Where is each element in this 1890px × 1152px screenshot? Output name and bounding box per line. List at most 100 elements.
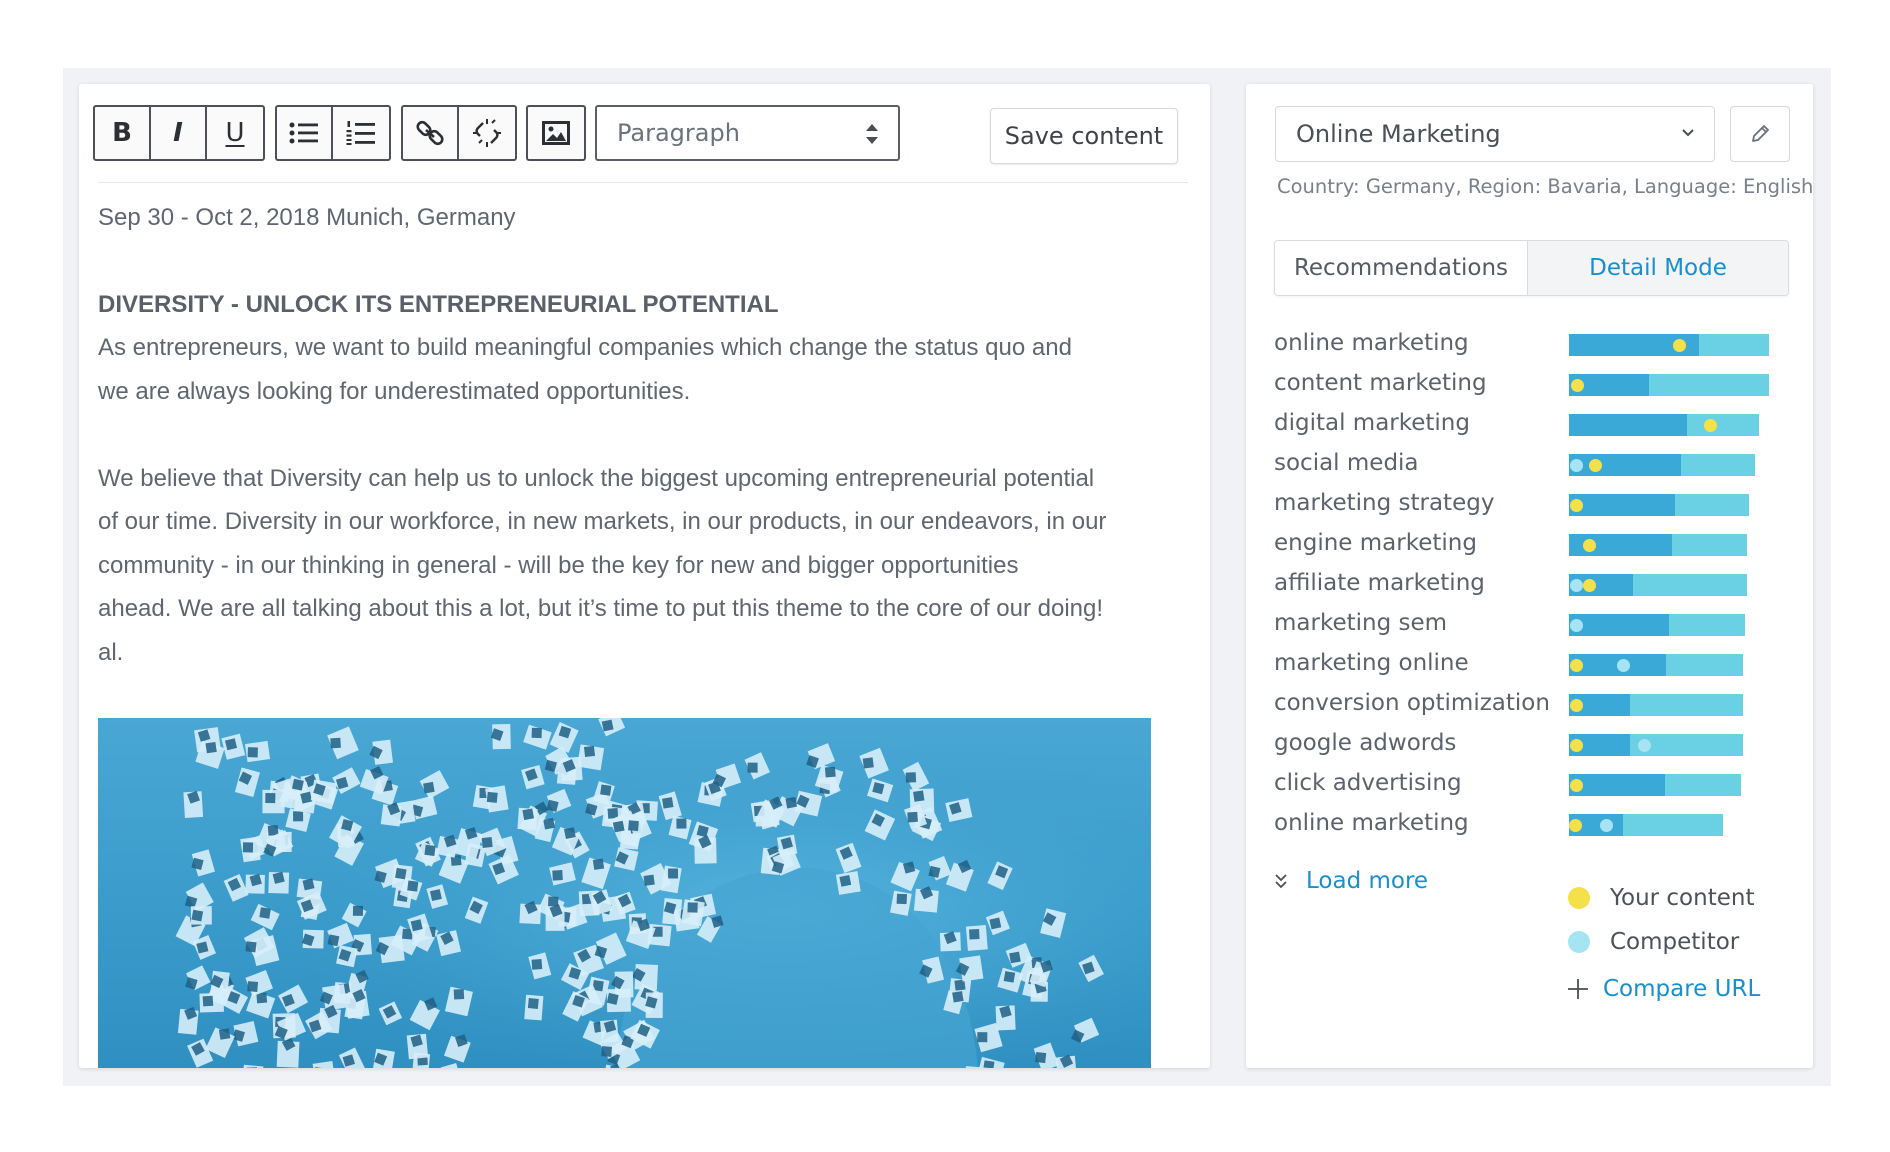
keyword-label: marketing online (1274, 650, 1469, 676)
article-image (98, 718, 1151, 1068)
compare-url-button[interactable]: Compare URL (1567, 976, 1760, 1002)
keyword-row: marketing sem (1274, 604, 1794, 644)
keyword-label: marketing sem (1274, 610, 1448, 636)
toolbar-divider (98, 182, 1188, 183)
keyword-row: digital marketing (1274, 404, 1794, 444)
your-content-marker (1570, 739, 1583, 752)
insert-image-button[interactable] (528, 107, 584, 159)
mode-tabs: Recommendations Detail Mode (1274, 240, 1789, 296)
keyword-label: conversion optimization (1274, 690, 1550, 716)
competitor-marker (1600, 819, 1613, 832)
keyword-score-bar (1569, 374, 1769, 396)
keyword-score-bar (1569, 534, 1747, 556)
keyword-row: online marketing (1274, 324, 1794, 364)
paragraph-line: of our time. Diversity in our workforce,… (98, 508, 1107, 535)
editor-content[interactable]: Sep 30 - Oct 2, 2018 Munich, Germany DIV… (98, 196, 1158, 674)
competitor-dot (1568, 931, 1590, 953)
save-content-button[interactable]: Save content (990, 108, 1178, 164)
link-button[interactable] (403, 107, 459, 159)
bold-button[interactable]: B (95, 107, 151, 159)
unlink-icon (473, 119, 501, 147)
topic-value: Online Marketing (1296, 120, 1501, 148)
tab-recommendations[interactable]: Recommendations (1275, 241, 1528, 295)
numbered-list-icon (346, 121, 375, 145)
tab-detail-mode[interactable]: Detail Mode (1528, 241, 1788, 295)
article-heading: DIVERSITY - UNLOCK ITS ENTREPRENEURIAL P… (98, 290, 779, 318)
keyword-label: social media (1274, 450, 1419, 476)
plus-icon (1568, 979, 1588, 999)
topic-dropdown[interactable]: Online Marketing (1275, 106, 1715, 162)
keyword-row: conversion optimization (1274, 684, 1794, 724)
keyword-list: online marketing content marketing digital… (1274, 324, 1794, 844)
keyword-score-bar (1569, 694, 1743, 716)
competitor-marker (1617, 659, 1630, 672)
text-format-group: B I U (93, 105, 265, 161)
keyword-score-bar (1569, 414, 1759, 436)
your-content-marker (1570, 699, 1583, 712)
your-content-marker (1570, 659, 1583, 672)
keyword-label: affiliate marketing (1274, 570, 1485, 596)
link-icon (416, 120, 444, 146)
keyword-label: marketing strategy (1274, 490, 1495, 516)
load-more-label: Load more (1306, 868, 1429, 894)
image-group (526, 105, 586, 161)
keyword-score-bar (1569, 454, 1755, 476)
numbered-list-button[interactable] (333, 107, 389, 159)
seo-side-panel: Online Marketing Country: Germany, Regio… (1246, 84, 1813, 1068)
italic-icon: I (173, 118, 183, 148)
date-line: Sep 30 - Oct 2, 2018 Munich, Germany (98, 204, 516, 231)
italic-button[interactable]: I (151, 107, 207, 159)
keyword-label: online marketing (1274, 330, 1469, 356)
your-content-marker (1570, 779, 1583, 792)
bullet-list-button[interactable] (277, 107, 333, 159)
your-content-marker (1589, 459, 1602, 472)
your-content-marker (1673, 339, 1686, 352)
list-group (275, 105, 391, 161)
paragraph-line: As entrepreneurs, we want to build meani… (98, 334, 1072, 361)
keyword-score-fill (1569, 454, 1681, 476)
keyword-row: social media (1274, 444, 1794, 484)
bullet-list-icon (289, 122, 318, 144)
image-icon (542, 121, 570, 145)
chevron-down-icon (1682, 129, 1694, 137)
keyword-score-bar (1569, 574, 1747, 596)
paragraph-line: community - in our thinking in general -… (98, 551, 1019, 579)
your-content-marker (1583, 579, 1596, 592)
keyword-row: engine marketing (1274, 524, 1794, 564)
keyword-score-bar (1569, 494, 1749, 516)
sort-arrows-icon (866, 124, 878, 144)
locale-meta: Country: Germany, Region: Bavaria, Langu… (1277, 175, 1814, 198)
legend-your-content: Your content (1568, 876, 1754, 920)
keyword-label: content marketing (1274, 370, 1487, 396)
compare-url-label: Compare URL (1603, 976, 1761, 1002)
your-content-marker (1570, 499, 1583, 512)
pencil-icon (1752, 125, 1769, 142)
keyword-row: google adwords (1274, 724, 1794, 764)
keyword-row: content marketing (1274, 364, 1794, 404)
photo-wall-illustration (98, 718, 1151, 1068)
keyword-row: click advertising (1274, 764, 1794, 804)
load-more-link[interactable]: Load more (1274, 868, 1428, 894)
double-chevron-down-icon (1275, 874, 1287, 889)
keyword-label: google adwords (1274, 730, 1457, 756)
keyword-score-bar (1569, 814, 1723, 836)
legend-label: Your content (1610, 885, 1755, 911)
keyword-score-fill (1569, 494, 1675, 516)
your-content-marker (1583, 539, 1596, 552)
your-content-marker (1569, 819, 1582, 832)
competitor-marker (1570, 619, 1583, 632)
paragraph-line: We believe that Diversity can help us to… (98, 464, 1095, 492)
underline-icon: U (225, 118, 245, 148)
paragraph-format-select[interactable]: Paragraph (595, 105, 900, 161)
keyword-row: online marketing (1274, 804, 1794, 844)
unlink-button[interactable] (459, 107, 515, 159)
underline-button[interactable]: U (207, 107, 263, 159)
keyword-score-bar (1569, 654, 1743, 676)
keyword-row: affiliate marketing (1274, 564, 1794, 604)
your-content-dot (1568, 887, 1590, 909)
editor-panel: B I U Paragraph Save content Sep 30 - Oc… (79, 84, 1210, 1068)
edit-topic-button[interactable] (1730, 106, 1790, 162)
keyword-label: online marketing (1274, 810, 1469, 836)
keyword-score-bar (1569, 774, 1741, 796)
competitor-marker (1570, 579, 1583, 592)
